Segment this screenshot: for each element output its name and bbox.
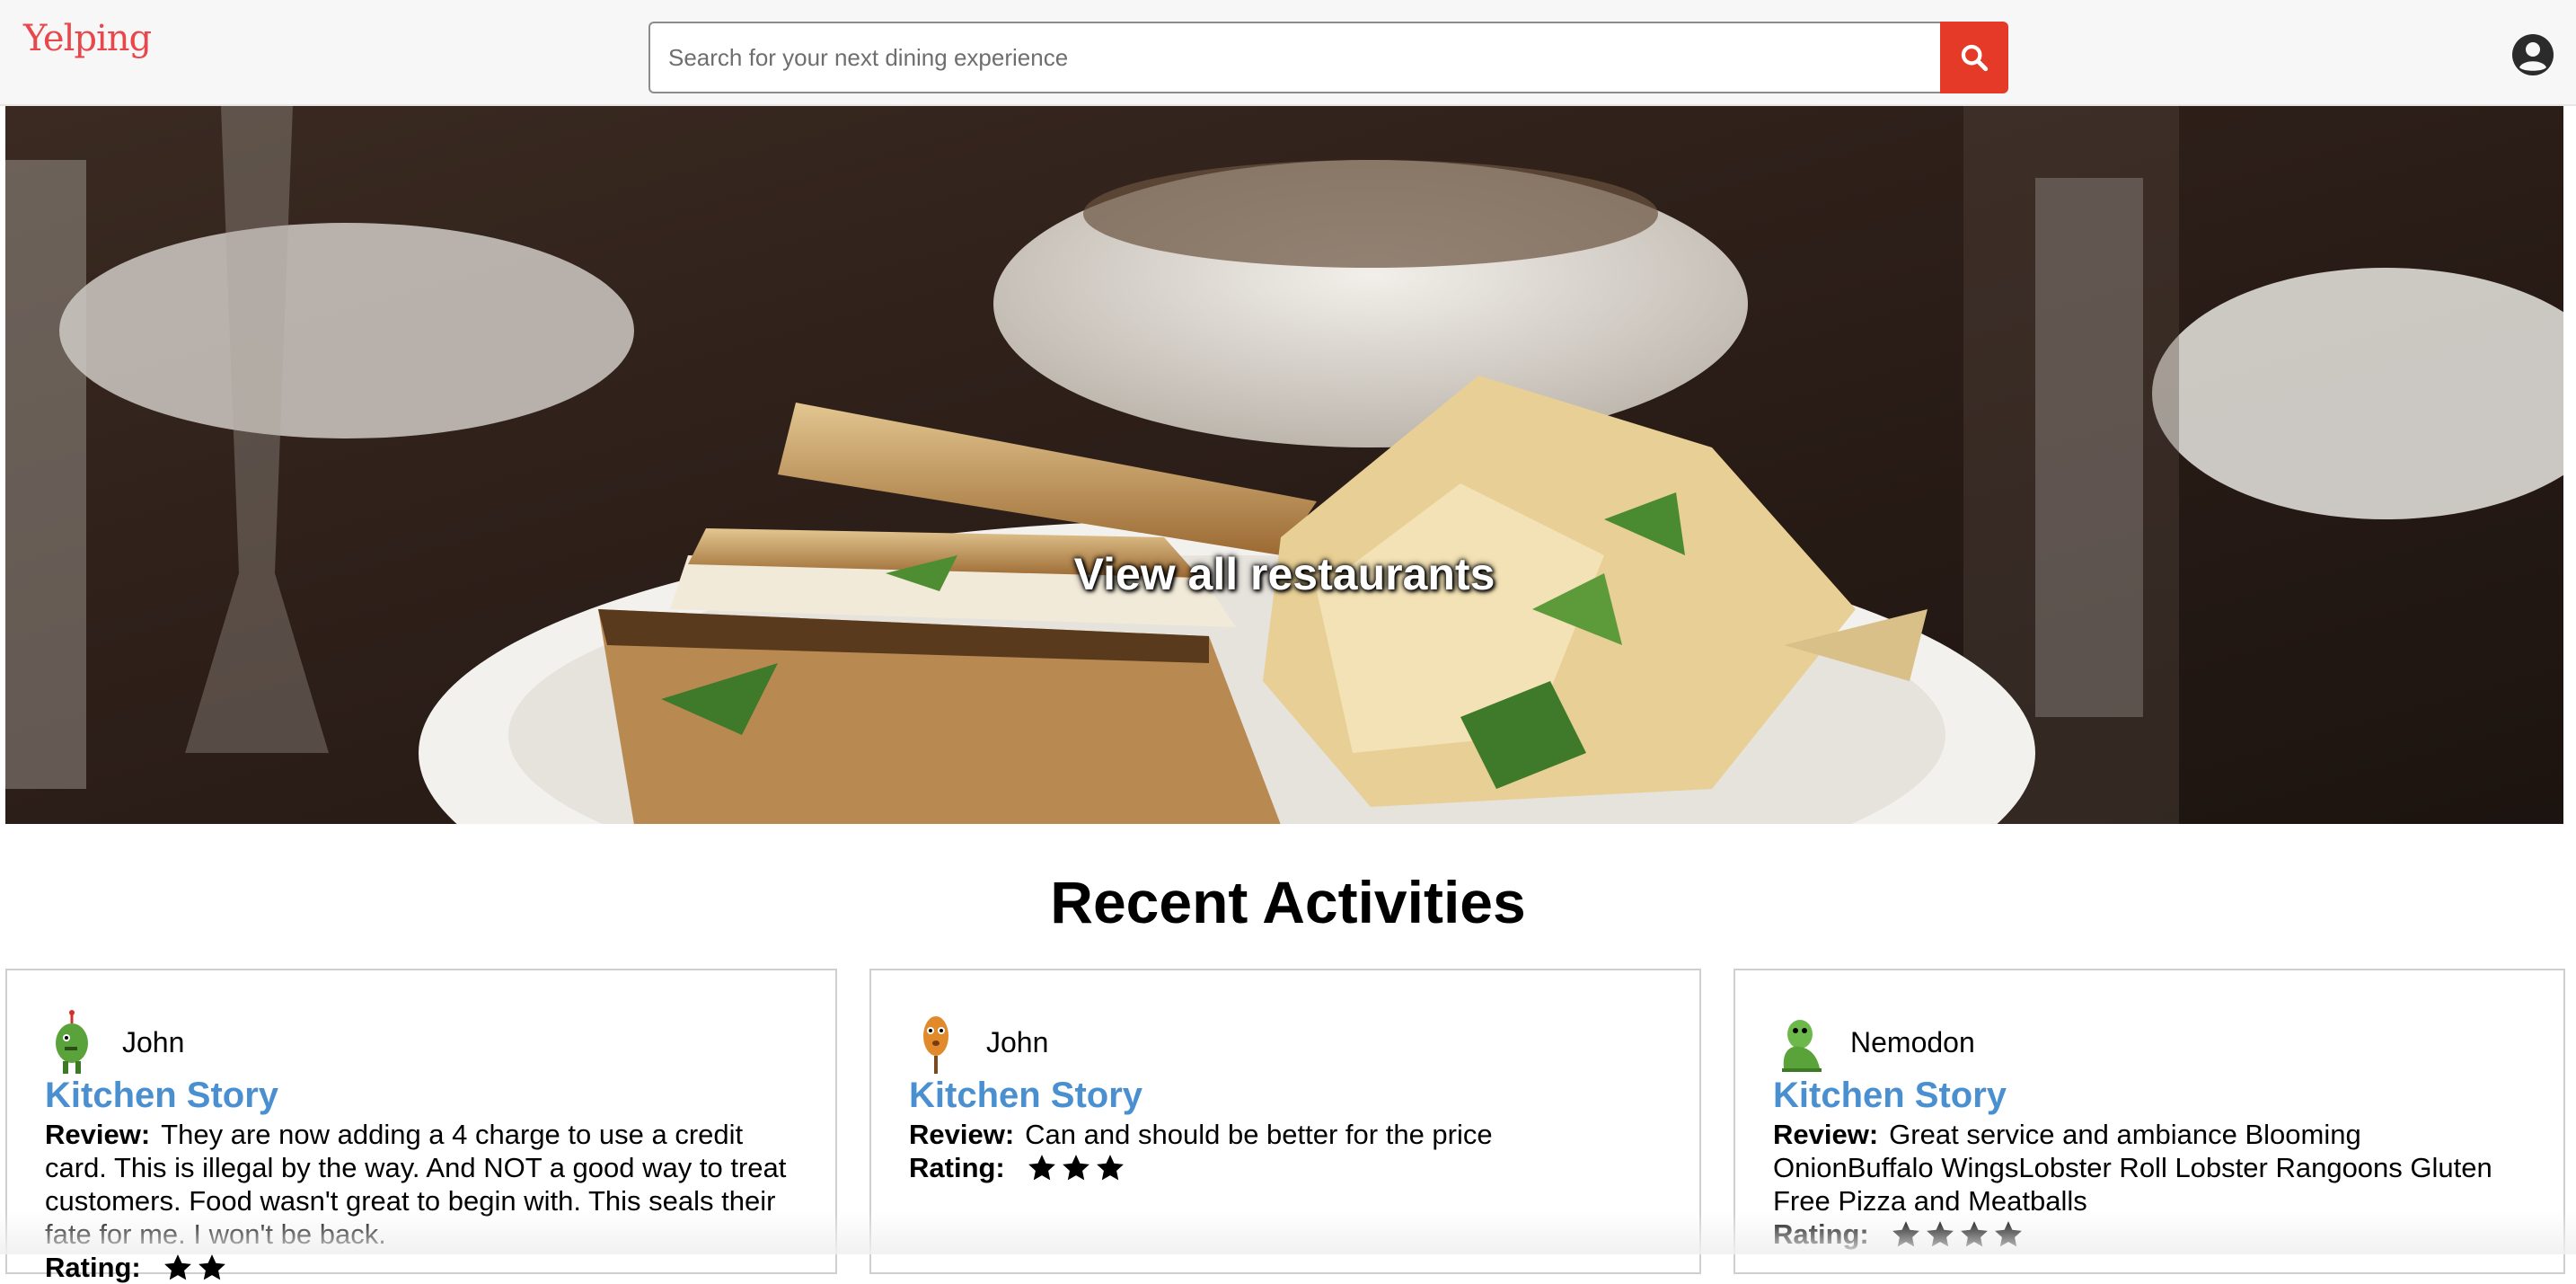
review-label: Review: xyxy=(45,1119,151,1150)
brand-logo[interactable]: Yelping xyxy=(23,18,152,59)
star-icon xyxy=(1062,1154,1090,1180)
view-all-restaurants-link[interactable]: View all restaurants xyxy=(5,548,2563,600)
review-text: Review: They are now adding a 4 charge to… xyxy=(45,1118,799,1251)
star-icon xyxy=(198,1253,225,1280)
review-label: Review: xyxy=(909,1119,1015,1150)
rating-label: Rating: xyxy=(909,1152,1005,1183)
restaurant-link[interactable]: Kitchen Story xyxy=(1773,1075,2527,1116)
rating: Rating: xyxy=(45,1251,799,1284)
star-icon xyxy=(1994,1220,2022,1246)
activity-user-name: John xyxy=(122,1025,185,1058)
restaurant-link[interactable]: Kitchen Story xyxy=(909,1075,1663,1116)
star-icon xyxy=(163,1253,191,1280)
rating-stars xyxy=(1027,1153,1129,1183)
activity-card: Nemodon Kitchen Story Review: Great servi… xyxy=(1734,969,2565,1274)
activity-card: John Kitchen Story Review: Can and should… xyxy=(869,969,1701,1274)
green-monster-avatar-icon xyxy=(56,1010,88,1074)
rating: Rating: xyxy=(909,1151,1663,1184)
activity-user-name: Nemodon xyxy=(1850,1025,1975,1058)
rating: Rating: xyxy=(1773,1218,2527,1251)
search-input[interactable] xyxy=(648,22,1940,93)
review-body: Great service and ambiance Blooming Onio… xyxy=(1773,1119,2492,1217)
hero-food-image xyxy=(5,106,2563,824)
orange-monster-avatar-icon xyxy=(923,1016,948,1074)
rating-stars xyxy=(163,1253,231,1283)
rating-label: Rating: xyxy=(1773,1218,1869,1250)
top-navbar: Yelping xyxy=(0,0,2576,106)
search-icon xyxy=(1961,44,1989,72)
star-icon xyxy=(1926,1220,1954,1246)
rating-stars xyxy=(1891,1219,2027,1250)
green-dinosaur-avatar-icon xyxy=(1782,1020,1822,1072)
star-icon xyxy=(1096,1154,1124,1180)
section-title: Recent Activities xyxy=(1050,869,1526,935)
search-button[interactable] xyxy=(1940,22,2008,93)
review-body: Can and should be better for the price xyxy=(1025,1119,1493,1150)
activity-card: John Kitchen Story Review: They are now a… xyxy=(5,969,837,1283)
star-icon xyxy=(1028,1154,1055,1180)
search-bar xyxy=(648,22,2008,93)
hero-banner: View all restaurants xyxy=(5,106,2563,824)
star-icon xyxy=(1960,1220,1988,1246)
review-body: They are now adding a 4 charge to use a … xyxy=(45,1119,787,1250)
review-text: Review: Can and should be better for the … xyxy=(909,1118,1663,1151)
restaurant-link[interactable]: Kitchen Story xyxy=(45,1075,799,1116)
review-label: Review: xyxy=(1773,1119,1879,1150)
activity-user-name: John xyxy=(986,1025,1049,1058)
star-icon xyxy=(1892,1220,1919,1246)
user-profile-icon[interactable] xyxy=(2510,32,2555,77)
review-text: Review: Great service and ambiance Bloomi… xyxy=(1773,1118,2527,1218)
rating-label: Rating: xyxy=(45,1252,141,1283)
